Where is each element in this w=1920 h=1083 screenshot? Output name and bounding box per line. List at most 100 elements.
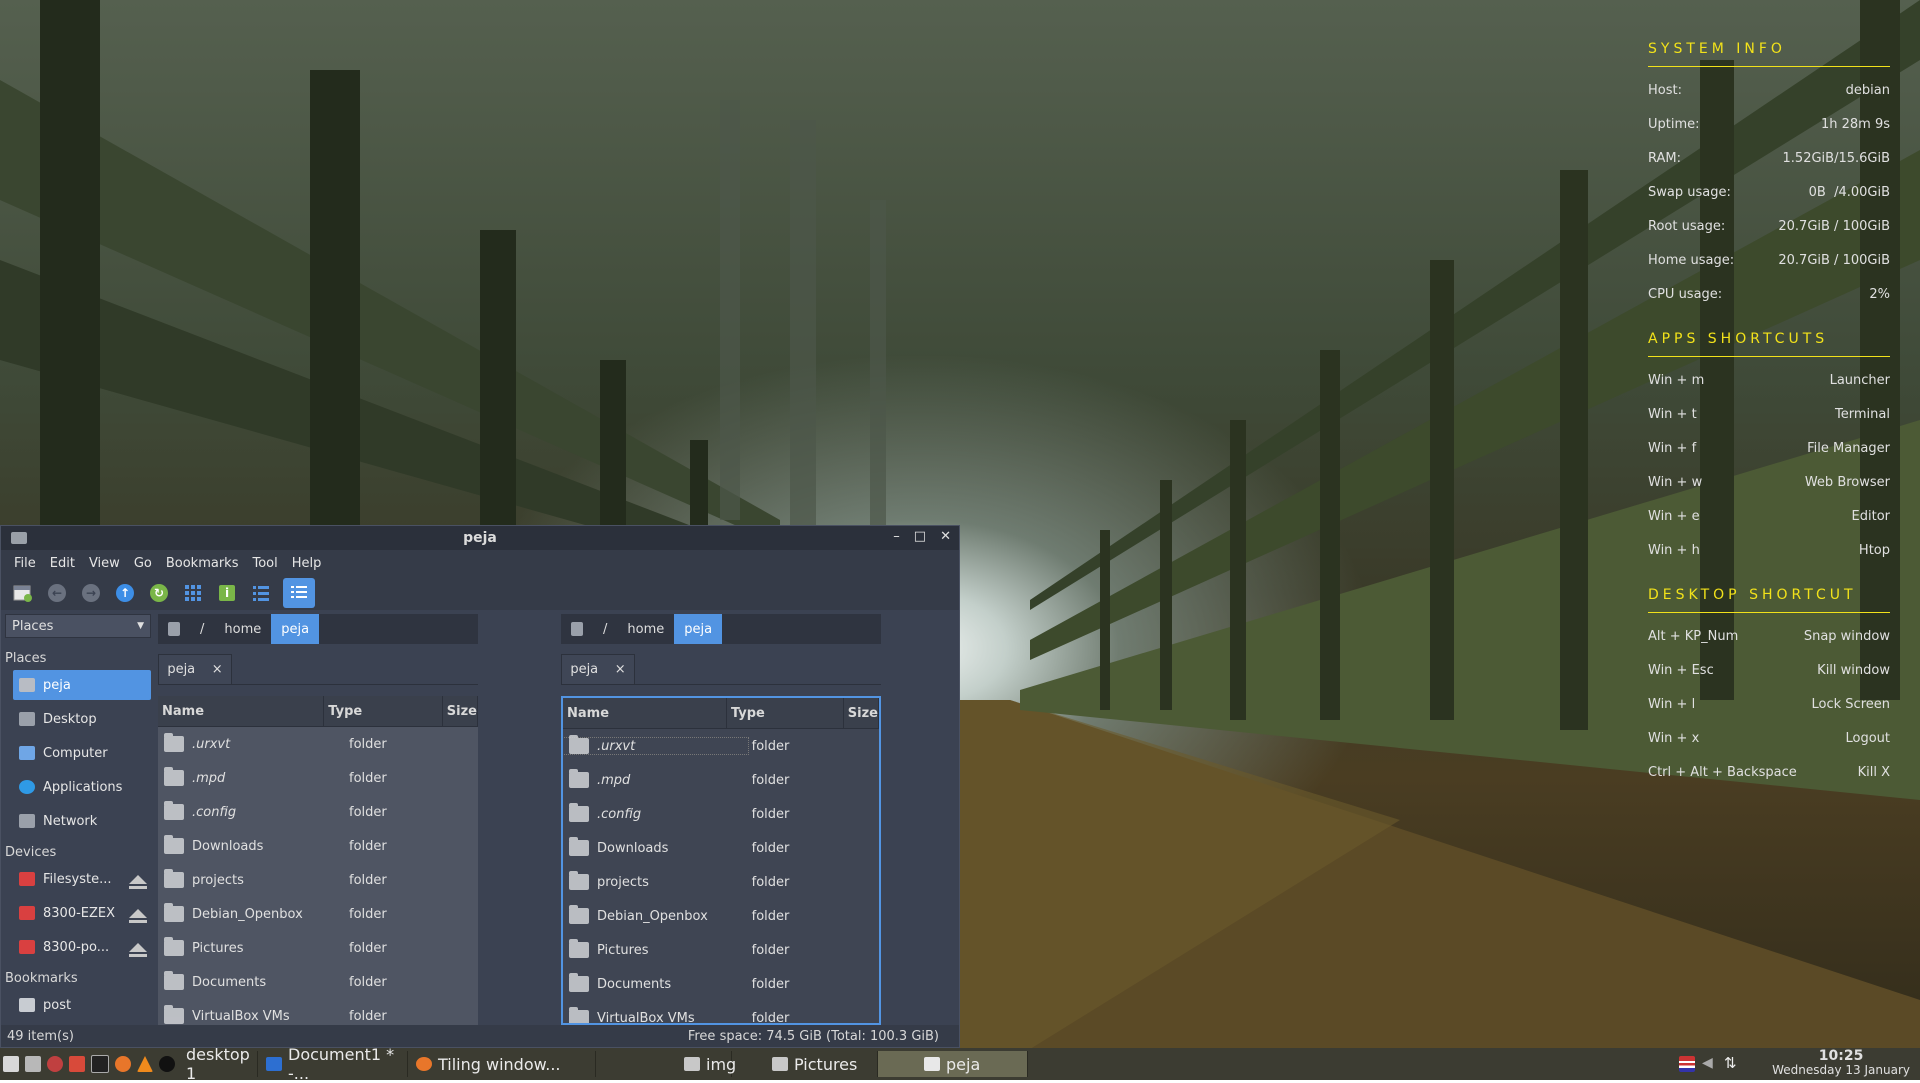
file-row[interactable]: Downloads folder [158, 829, 478, 863]
close-tab-icon[interactable]: × [212, 662, 223, 677]
column-size-header[interactable]: Size [443, 696, 478, 726]
tab-peja[interactable]: peja × [561, 654, 635, 684]
folder-icon [164, 767, 184, 786]
sidebar-item-device[interactable]: Filesyste... [13, 864, 151, 894]
eject-icon[interactable] [129, 874, 147, 889]
path-segment-home[interactable]: home [214, 614, 271, 644]
file-row[interactable]: Documents folder [563, 967, 879, 1001]
file-manager-window[interactable]: peja – □ ✕ File Edit View Go Bookmarks T… [0, 525, 960, 1048]
sidebar-item-label: 8300-po... [43, 939, 110, 955]
file-type: folder [751, 738, 790, 754]
clock[interactable]: 10:25 Wednesday 13 January [1772, 1049, 1910, 1077]
path-segment-root[interactable]: / [190, 614, 214, 644]
sidebar-item-device[interactable]: 8300-po... [13, 932, 151, 962]
window-titlebar[interactable]: peja – □ ✕ [1, 526, 959, 550]
detailed-view-button[interactable] [283, 578, 315, 608]
icon-view-button[interactable] [181, 581, 205, 605]
file-row[interactable]: Pictures folder [158, 931, 478, 965]
taskbar: desktop 1 Document1 * -... Tiling window… [0, 1045, 1920, 1083]
file-row[interactable]: Debian_Openbox folder [563, 899, 879, 933]
file-row[interactable]: VirtualBox VMs folder [158, 999, 478, 1025]
file-row[interactable]: .mpd folder [158, 761, 478, 795]
eject-icon[interactable] [129, 942, 147, 957]
path-edit-button[interactable] [561, 614, 593, 644]
file-row[interactable]: .config folder [158, 795, 478, 829]
file-row[interactable]: Documents folder [158, 965, 478, 999]
task-document[interactable]: Document1 * -... [258, 1045, 408, 1083]
path-segment-home[interactable]: home [617, 614, 674, 644]
menu-bar: File Edit View Go Bookmarks Tool Help [1, 550, 959, 576]
sidebar-item-computer[interactable]: Computer [13, 738, 151, 768]
menu-view[interactable]: View [82, 556, 127, 571]
volume-icon[interactable]: ◀ [1702, 1055, 1713, 1071]
task-peja[interactable]: peja [878, 1051, 1028, 1077]
file-list[interactable]: Name Type Size .urxvt folder .mpd folder .… [561, 696, 881, 1025]
compact-view-button[interactable] [249, 581, 273, 605]
reload-icon: ↻ [150, 584, 168, 602]
menu-file[interactable]: File [7, 556, 43, 571]
menu-bookmarks[interactable]: Bookmarks [159, 556, 246, 571]
back-button[interactable]: ← [45, 581, 69, 605]
up-button[interactable]: ↑ [113, 581, 137, 605]
home-icon [19, 678, 35, 692]
thumbnail-view-button[interactable]: i [215, 581, 239, 605]
sidebar-item-bookmark[interactable]: post [13, 990, 151, 1020]
menu-edit[interactable]: Edit [43, 556, 82, 571]
path-segment-peja[interactable]: peja [674, 614, 723, 644]
firefox-icon[interactable] [115, 1056, 131, 1072]
reload-button[interactable]: ↻ [147, 581, 171, 605]
menu-help[interactable]: Help [285, 556, 329, 571]
task-label: Tiling window... [438, 1054, 561, 1074]
close-tab-icon[interactable]: × [615, 662, 626, 677]
file-row[interactable]: Pictures folder [563, 933, 879, 967]
file-row[interactable]: projects folder [158, 863, 478, 897]
task-img[interactable]: img [596, 1051, 736, 1077]
forward-button[interactable]: → [79, 581, 103, 605]
column-name-header[interactable]: Name [158, 696, 325, 726]
sidebar-item-network[interactable]: Network [13, 806, 151, 836]
task-pictures[interactable]: Pictures [732, 1051, 878, 1077]
file-list[interactable]: Name Type Size .urxvt folder .mpd folder .… [158, 696, 478, 1025]
task-desktop-1[interactable]: desktop 1 [178, 1045, 258, 1083]
sidebar-item-desktop[interactable]: Desktop [13, 704, 151, 734]
settings-icon[interactable] [47, 1056, 63, 1072]
path-segment-root[interactable]: / [593, 614, 617, 644]
eject-icon[interactable] [129, 908, 147, 923]
path-segment-peja[interactable]: peja [271, 614, 320, 644]
column-type-header[interactable]: Type [324, 696, 443, 726]
file-row[interactable]: .urxvt folder [158, 727, 478, 761]
keyboard-layout-icon[interactable] [1679, 1056, 1695, 1072]
bookmarks-heading: Bookmarks [5, 971, 78, 986]
file-name: Downloads [597, 840, 669, 856]
menu-tool[interactable]: Tool [245, 556, 284, 571]
vlc-icon[interactable] [137, 1056, 153, 1072]
path-edit-button[interactable] [158, 614, 190, 644]
show-desktop-icon[interactable] [3, 1056, 19, 1072]
sidebar-item-applications[interactable]: Applications [13, 772, 151, 802]
sidebar-item-device[interactable]: 8300-EZEX [13, 898, 151, 928]
file-row[interactable]: Debian_Openbox folder [158, 897, 478, 931]
menu-go[interactable]: Go [127, 556, 159, 571]
tab-peja[interactable]: peja × [158, 654, 232, 684]
column-size-header[interactable]: Size [844, 698, 879, 728]
column-header: Name Type Size [158, 696, 478, 727]
file-row[interactable]: VirtualBox VMs folder [563, 1001, 879, 1023]
minimize-button[interactable]: – [893, 529, 900, 544]
terminal-icon[interactable] [91, 1055, 109, 1073]
maximize-button[interactable]: □ [914, 529, 926, 544]
side-pane-mode-select[interactable]: Places ▼ [5, 614, 151, 638]
new-tab-button[interactable] [11, 581, 35, 605]
file-row[interactable]: .urxvt folder [563, 729, 879, 763]
column-type-header[interactable]: Type [727, 698, 844, 728]
app-launcher-icon[interactable] [69, 1056, 85, 1072]
file-row[interactable]: Downloads folder [563, 831, 879, 865]
network-icon[interactable]: ⇅ [1724, 1054, 1737, 1072]
file-row[interactable]: projects folder [563, 865, 879, 899]
file-manager-icon[interactable] [25, 1056, 41, 1072]
column-name-header[interactable]: Name [563, 698, 727, 728]
task-browser[interactable]: Tiling window... [408, 1051, 596, 1077]
sidebar-item-home[interactable]: peja [13, 670, 151, 700]
close-button[interactable]: ✕ [940, 529, 951, 544]
file-row[interactable]: .mpd folder [563, 763, 879, 797]
file-row[interactable]: .config folder [563, 797, 879, 831]
